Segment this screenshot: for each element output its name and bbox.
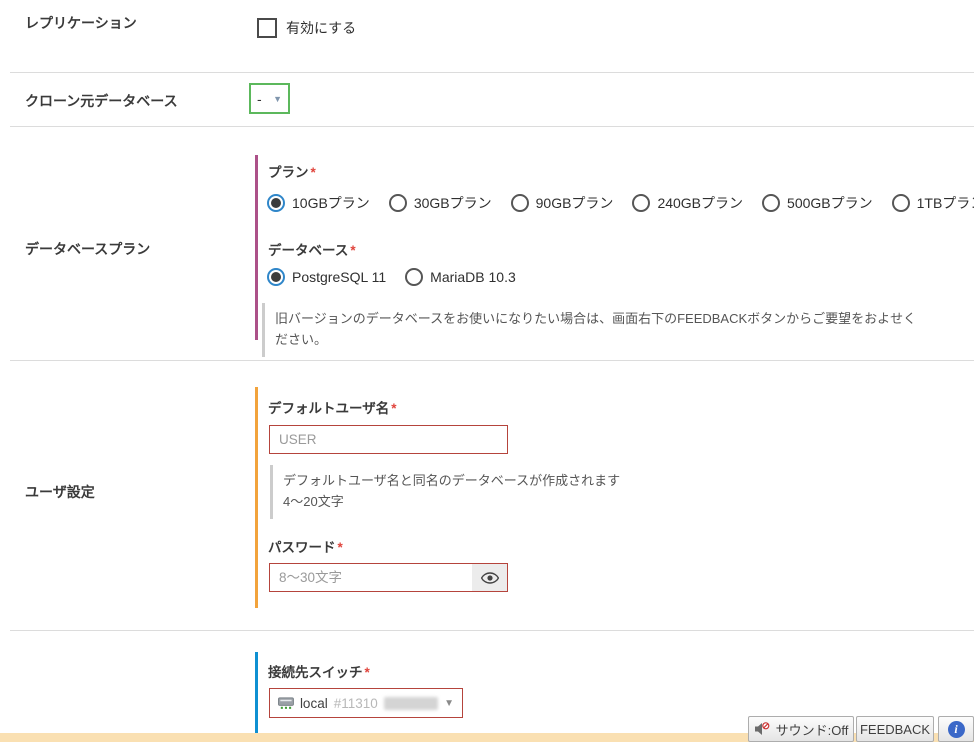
username-field-label: デフォルトユーザ名* <box>268 397 397 417</box>
switch-section-accent-bar <box>255 652 258 733</box>
username-note: デフォルトユーザ名と同名のデータベースが作成されます 4〜20文字 <box>270 465 690 519</box>
switch-select[interactable]: local #11310 ▼ <box>269 688 463 718</box>
username-note-line2: 4〜20文字 <box>283 492 690 513</box>
username-input[interactable] <box>269 425 508 454</box>
username-field-label-text: デフォルトユーザ名 <box>268 401 389 416</box>
database-radio-postgresql[interactable]: PostgreSQL 11 <box>267 268 386 286</box>
divider <box>10 126 974 127</box>
chevron-down-icon: ▼ <box>273 94 282 104</box>
clone-source-label: クローン元データベース <box>25 91 178 111</box>
password-input[interactable] <box>270 564 472 591</box>
plan-radio-240gb[interactable]: 240GBプラン <box>632 193 743 213</box>
required-mark: * <box>350 243 355 258</box>
radio-icon <box>632 194 650 212</box>
password-visibility-button[interactable] <box>472 564 507 591</box>
plan-radio-label: 500GBプラン <box>787 193 873 213</box>
replication-enable-option[interactable]: 有効にする <box>257 18 356 38</box>
redacted-switch-id <box>384 697 438 710</box>
replication-label: レプリケーション <box>25 13 137 33</box>
feedback-button[interactable]: FEEDBACK <box>856 716 934 742</box>
plan-section-accent-bar <box>255 155 258 340</box>
database-field-label-text: データベース <box>268 243 348 258</box>
radio-icon <box>405 268 423 286</box>
radio-selected-icon <box>267 194 285 212</box>
database-field-label: データベース* <box>268 239 356 259</box>
switch-icon <box>278 697 294 710</box>
database-radio-mariadb[interactable]: MariaDB 10.3 <box>405 268 516 286</box>
info-button[interactable]: i <box>938 716 974 742</box>
radio-icon <box>762 194 780 212</box>
sound-toggle-label: サウンド:Off <box>776 720 849 739</box>
divider <box>10 360 974 361</box>
divider <box>10 630 974 631</box>
user-settings-section-label: ユーザ設定 <box>25 482 95 502</box>
plan-radio-1tb[interactable]: 1TBプラン <box>892 193 974 213</box>
switch-value-name: local <box>300 696 328 711</box>
password-field <box>269 563 508 592</box>
radio-icon <box>389 194 407 212</box>
required-mark: * <box>338 540 343 555</box>
chevron-down-icon: ▼ <box>444 698 454 709</box>
plan-radio-label: 90GBプラン <box>536 193 614 213</box>
required-mark: * <box>365 665 370 680</box>
plan-radio-group: 10GBプラン 30GBプラン 90GBプラン 240GBプラン 500GBプラ… <box>267 193 974 213</box>
username-note-line1: デフォルトユーザ名と同名のデータベースが作成されます <box>283 471 690 492</box>
plan-radio-label: 240GBプラン <box>657 193 743 213</box>
replication-checkbox-label: 有効にする <box>286 18 356 38</box>
database-radio-group: PostgreSQL 11 MariaDB 10.3 <box>267 268 516 286</box>
plan-radio-30gb[interactable]: 30GBプラン <box>389 193 492 213</box>
switch-field-label-text: 接続先スイッチ <box>268 665 363 680</box>
user-section-accent-bar <box>255 387 258 608</box>
clone-source-value: - <box>257 91 262 107</box>
required-mark: * <box>391 401 396 416</box>
plan-radio-label: 1TBプラン <box>917 193 974 213</box>
plan-radio-90gb[interactable]: 90GBプラン <box>511 193 614 213</box>
db-plan-section-label: データベースプラン <box>25 239 150 259</box>
replication-checkbox[interactable] <box>257 18 277 38</box>
required-mark: * <box>311 165 316 180</box>
plan-field-label-text: プラン <box>268 165 309 180</box>
sound-toggle-button[interactable]: サウンド:Off <box>748 716 854 742</box>
radio-icon <box>511 194 529 212</box>
old-version-note: 旧バージョンのデータベースをお使いになりたい場合は、画面右下のFEEDBACKボ… <box>262 303 922 357</box>
switch-value-id: #11310 <box>334 696 378 711</box>
switch-field-label: 接続先スイッチ* <box>268 661 370 681</box>
password-field-label-text: パスワード <box>268 540 336 555</box>
speaker-muted-icon <box>754 722 770 736</box>
divider <box>10 72 974 73</box>
eye-icon <box>481 572 499 584</box>
radio-selected-icon <box>267 268 285 286</box>
feedback-button-label: FEEDBACK <box>860 722 930 737</box>
plan-radio-label: 10GBプラン <box>292 193 370 213</box>
database-radio-label: PostgreSQL 11 <box>292 269 386 285</box>
database-radio-label: MariaDB 10.3 <box>430 269 516 285</box>
database-create-form: レプリケーション 有効にする クローン元データベース - ▼ データベースプラン… <box>0 0 974 742</box>
clone-source-select[interactable]: - ▼ <box>249 83 290 114</box>
info-icon: i <box>948 721 965 738</box>
radio-icon <box>892 194 910 212</box>
plan-radio-500gb[interactable]: 500GBプラン <box>762 193 873 213</box>
plan-radio-label: 30GBプラン <box>414 193 492 213</box>
plan-radio-10gb[interactable]: 10GBプラン <box>267 193 370 213</box>
password-field-label: パスワード* <box>268 536 343 556</box>
plan-field-label: プラン* <box>268 161 316 181</box>
